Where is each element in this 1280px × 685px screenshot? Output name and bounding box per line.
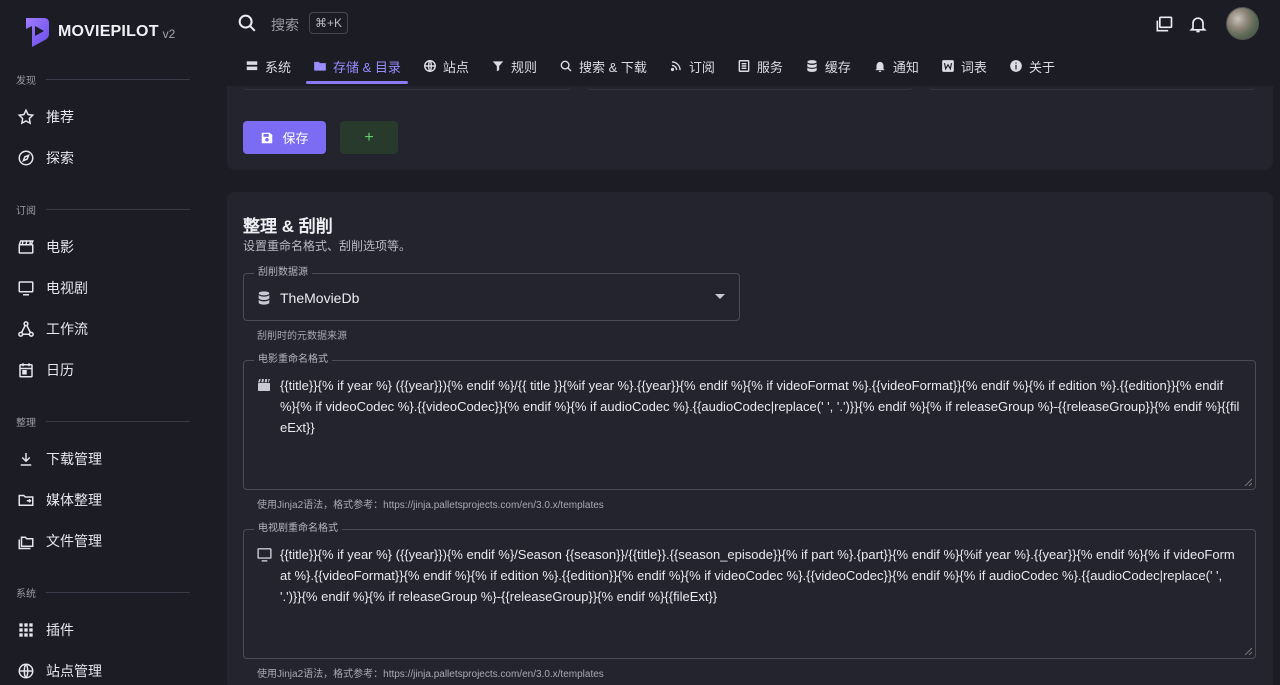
movie-format-hint: 使用Jinja2语法，格式参考：https://jinja.palletspro… [257,500,604,511]
section-system: 系统 [16,585,190,600]
info-icon [1009,59,1023,73]
chevron-down-icon [715,294,725,299]
download-icon [16,449,36,469]
sidebar-item-sites[interactable]: 站点管理 [16,654,192,685]
server-icon [245,59,259,73]
sidebar-item-file-manage[interactable]: 文件管理 [16,524,192,558]
sidebar-item-download[interactable]: 下载管理 [16,442,192,476]
resize-handle-icon[interactable] [1244,478,1252,486]
moviepilot-logo-icon [26,18,49,47]
field-label: 刮削数据源 [254,267,312,279]
section-organize: 整理 [16,414,190,429]
folders-icon [16,531,36,551]
compass-icon [16,148,36,168]
globe-icon [16,661,36,681]
add-storage-button[interactable]: + [340,121,398,154]
storage-item-edge [243,86,571,90]
clapperboard-icon [16,237,36,257]
calendar-icon [16,360,36,380]
search-shortcut: ⌘+K [309,12,349,34]
list-icon [737,59,751,73]
scrape-source-hint: 刮削时的元数据来源 [257,331,347,342]
sidebar-item-recommend[interactable]: 推荐 [16,100,192,134]
app-version: v2 [162,27,176,41]
star-icon [16,107,36,127]
sidebar-item-calendar[interactable]: 日历 [16,353,192,387]
tab-words[interactable]: 词表 [932,52,996,80]
save-button[interactable]: 保存 [243,121,326,154]
tab-rules[interactable]: 规则 [482,52,546,80]
monitor-icon [16,278,36,298]
scrape-source-value: TheMovieDb [280,290,360,306]
avatar[interactable] [1226,7,1259,40]
sidebar-item-media-organize[interactable]: 媒体整理 [16,483,192,517]
floppy-icon [260,131,274,145]
database-icon [805,59,819,73]
folder-icon [313,59,327,73]
movie-format-input[interactable]: {{title}}{% if year %} ({{year}}){% endi… [280,375,1241,438]
movie-format-field[interactable]: 电影重命名格式 {{title}}{% if year %} ({{year}}… [243,354,1256,490]
card-subtitle: 设置重命名格式、刮削选项等。 [243,239,412,253]
card-title: 整理 & 刮削 [243,217,333,236]
tv-format-input[interactable]: {{title}}{% if year %} ({{year}}){% endi… [280,544,1241,607]
monitor-icon [256,546,273,568]
folder-move-icon [16,490,36,510]
rss-icon [669,59,683,73]
tab-system[interactable]: 系统 [236,52,300,80]
search-icon[interactable] [236,12,258,39]
section-discover: 发现 [16,72,190,87]
tab-notify[interactable]: 通知 [864,52,928,80]
tv-format-hint: 使用Jinja2语法，格式参考：https://jinja.palletspro… [257,669,604,680]
settings-tabs: 系统 存储 & 目录 站点 规则 搜索 & 下载 订阅 服务 缓存 通知 词表 … [236,52,1068,84]
search-icon [559,59,573,73]
globe-icon [423,59,437,73]
field-label: 电影重命名格式 [254,354,332,366]
sidebar-item-explore[interactable]: 探索 [16,141,192,175]
sidebar-item-workflow[interactable]: 工作流 [16,312,192,346]
tab-cache[interactable]: 缓存 [796,52,860,80]
tab-search-download[interactable]: 搜索 & 下载 [550,52,656,80]
tab-storage[interactable]: 存储 & 目录 [304,52,410,84]
tab-sites[interactable]: 站点 [414,52,478,80]
search-input[interactable]: 搜索 [271,15,299,35]
sidebar: MOVIEPILOT v2 发现 推荐 探索 订阅 电影 电视剧 工作流 日历 … [0,0,206,685]
bell-icon[interactable] [1186,12,1210,36]
windows-icon[interactable] [1152,12,1176,36]
grid-icon [16,620,36,640]
brand[interactable]: MOVIEPILOT v2 [22,14,175,50]
field-label: 电视剧重命名格式 [254,523,342,535]
sidebar-item-tv[interactable]: 电视剧 [16,271,192,305]
tab-subscribe[interactable]: 订阅 [660,52,724,80]
tab-about[interactable]: 关于 [1000,52,1064,80]
workflow-icon [16,319,36,339]
app-name: MOVIEPILOT [58,23,159,40]
sidebar-item-plugins[interactable]: 插件 [16,613,192,647]
resize-handle-icon[interactable] [1244,647,1252,655]
clapperboard-icon [256,377,272,398]
topbar: 搜索 ⌘+K [206,0,1280,48]
tv-format-field[interactable]: 电视剧重命名格式 {{title}}{% if year %} ({{year}… [243,523,1256,659]
section-subscribe: 订阅 [16,202,190,217]
sidebar-item-movie[interactable]: 电影 [16,230,192,264]
bell-icon [873,59,887,73]
database-icon [256,290,272,311]
word-icon [941,59,955,73]
tab-services[interactable]: 服务 [728,52,792,80]
scrape-source-select[interactable]: 刮削数据源 TheMovieDb [243,267,740,321]
storage-item-edge [929,86,1255,90]
storage-item-edge [587,86,913,90]
filter-icon [491,59,505,73]
